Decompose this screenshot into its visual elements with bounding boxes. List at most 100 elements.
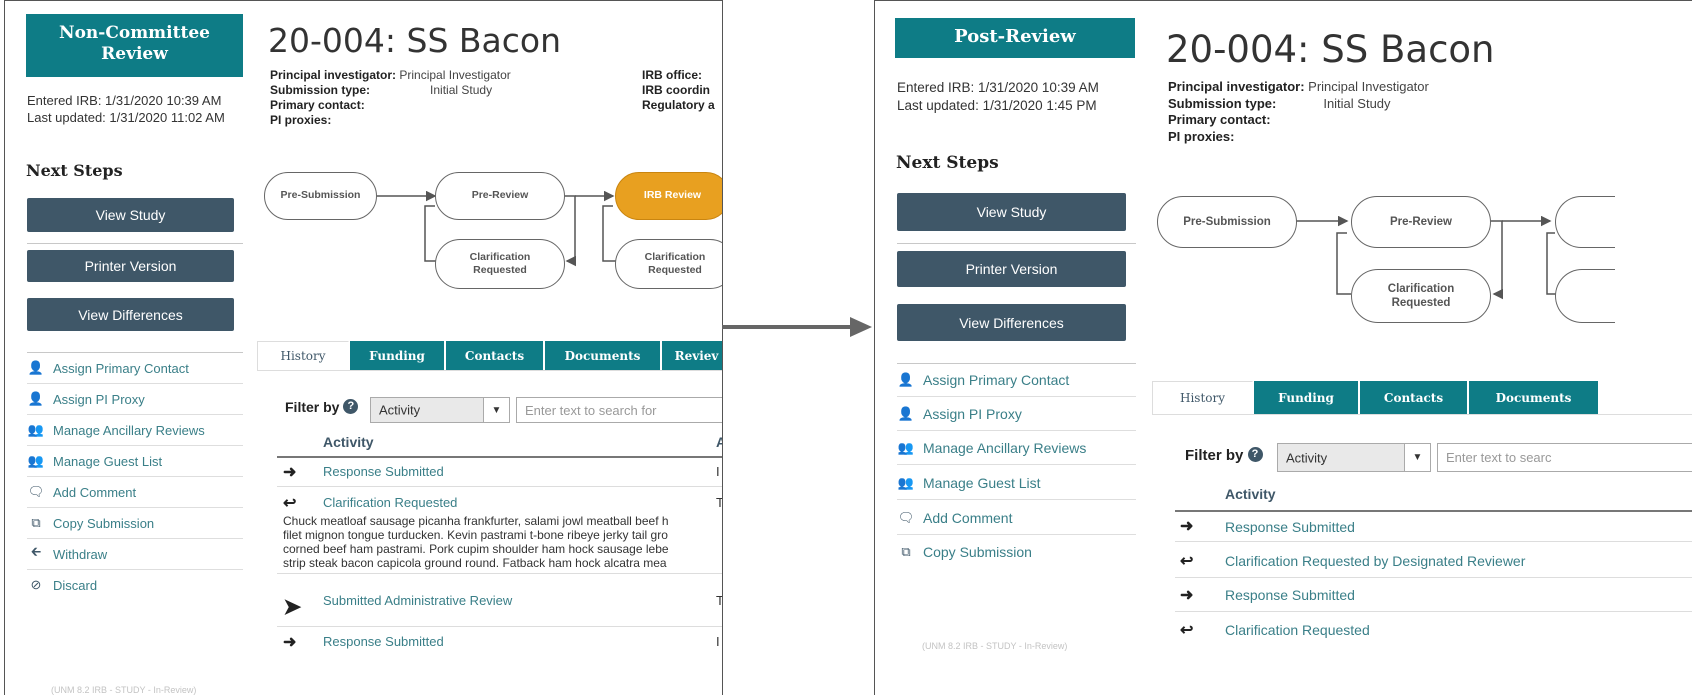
type-value: Initial Study: [1323, 95, 1391, 111]
copy-icon: ⧉: [901, 544, 911, 559]
chevron-down-icon: ▼: [1404, 444, 1430, 471]
history-row-link[interactable]: Response Submitted: [323, 464, 444, 479]
contact-label: Primary contact:: [1168, 112, 1271, 127]
irb-info: IRB office: IRB coordin Regulatory a: [642, 68, 715, 113]
arrow-right-icon: ➜: [283, 634, 297, 651]
history-row-link[interactable]: Clarification Requested: [1225, 622, 1370, 638]
manage-ancillary-reviews-link[interactable]: 👥 Manage Ancillary Reviews: [897, 438, 1087, 458]
users-icon: 👥: [27, 453, 45, 468]
comment-line: Chuck meatloaf sausage picanha frankfurt…: [283, 514, 669, 528]
action-label: Assign Primary Contact: [53, 360, 189, 376]
column-second[interactable]: A: [716, 434, 722, 450]
assign-pi-proxy-link[interactable]: 👤 Assign PI Proxy: [897, 404, 1022, 424]
manage-guest-list-link[interactable]: 👥 Manage Guest List: [897, 473, 1041, 493]
history-row-link[interactable]: Clarification Requested by Designated Re…: [1225, 553, 1525, 569]
transition-arrow: [722, 317, 872, 337]
contact-label: Primary contact:: [270, 98, 365, 112]
filter-select[interactable]: Activity ▼: [1277, 443, 1431, 472]
add-comment-link[interactable]: 🗨 Add Comment: [897, 508, 1013, 528]
step-pre-review: Pre-Review: [1351, 196, 1491, 248]
manage-guest-list-link[interactable]: 👥 Manage Guest List: [27, 452, 162, 470]
tab-reviews[interactable]: Reviev: [662, 341, 722, 370]
column-activity[interactable]: Activity: [1225, 486, 1276, 502]
history-row-link[interactable]: Submitted Administrative Review: [323, 593, 512, 608]
arrow-right-icon: ➜: [1180, 518, 1194, 535]
study-info: Principal investigator: Principal Invest…: [270, 68, 511, 128]
tab-contacts[interactable]: Contacts: [1360, 381, 1468, 414]
manage-ancillary-reviews-link[interactable]: 👥 Manage Ancillary Reviews: [27, 421, 205, 439]
tab-documents[interactable]: Documents: [1469, 381, 1599, 414]
tab-bar: History Funding Contacts Documents: [1152, 381, 1692, 415]
last-updated: Last updated: 1/31/2020 1:45 PM: [897, 98, 1097, 113]
action-label: Manage Guest List: [923, 475, 1041, 491]
type-label: Submission type:: [270, 83, 371, 97]
state-box: Post-Review: [895, 18, 1135, 58]
type-value: Initial Study: [430, 83, 493, 97]
filter-select[interactable]: Activity ▼: [370, 397, 510, 423]
comment-line: strip steak bacon capicola ground round.…: [283, 556, 667, 570]
tab-funding[interactable]: Funding: [350, 341, 445, 370]
view-differences-button[interactable]: View Differences: [27, 298, 234, 331]
assign-primary-contact-link[interactable]: 👤 Assign Primary Contact: [27, 359, 189, 377]
before-panel: Non-Committee Review Entered IRB: 1/31/2…: [4, 0, 723, 695]
printer-version-button[interactable]: Printer Version: [897, 251, 1126, 287]
copy-icon: ⧉: [31, 515, 41, 530]
copy-submission-link[interactable]: ⧉ Copy Submission: [27, 514, 154, 532]
tab-history[interactable]: History: [1152, 381, 1253, 414]
users-icon: 👥: [897, 475, 915, 490]
footer-note: (UNM 8.2 IRB - STUDY - In-Review): [51, 685, 197, 695]
step-clarification-requested-2: [1555, 269, 1615, 323]
reply-icon: ↩: [1180, 553, 1194, 570]
history-row-link[interactable]: Response Submitted: [1225, 519, 1355, 535]
withdraw-link[interactable]: 🡰 Withdraw: [27, 544, 107, 563]
view-differences-button[interactable]: View Differences: [897, 304, 1126, 341]
tab-bar: History Funding Contacts Documents Revie…: [257, 341, 722, 371]
action-label: Assign PI Proxy: [923, 406, 1022, 422]
search-input[interactable]: Enter text to search for: [516, 397, 722, 423]
filter-label: Filter by: [1185, 447, 1244, 464]
tab-contacts[interactable]: Contacts: [446, 341, 544, 370]
assign-primary-contact-link[interactable]: 👤 Assign Primary Contact: [897, 370, 1069, 390]
arrow-right-icon: ➤: [283, 594, 302, 619]
assign-pi-proxy-link[interactable]: 👤 Assign PI Proxy: [27, 390, 145, 408]
action-label: Manage Guest List: [53, 453, 163, 469]
add-comment-link[interactable]: 🗨 Add Comment: [27, 483, 136, 501]
row-tail: T: [716, 593, 722, 608]
study-info: Principal investigator: Principal Invest…: [1168, 79, 1429, 145]
step-irb-review: IRB Review: [615, 172, 722, 220]
history-row-link[interactable]: Response Submitted: [323, 634, 444, 649]
users-icon: 👥: [27, 422, 45, 437]
step-clarification-requested: Clarification Requested: [435, 239, 565, 289]
view-study-button[interactable]: View Study: [897, 193, 1126, 231]
tab-documents[interactable]: Documents: [545, 341, 661, 370]
state-label: Post-Review: [954, 26, 1076, 47]
pi-value: Principal Investigator: [399, 68, 511, 82]
tab-history[interactable]: History: [257, 341, 349, 370]
action-label: Manage Ancillary Reviews: [923, 440, 1087, 456]
next-steps-heading: Next Steps: [896, 153, 999, 173]
tab-funding[interactable]: Funding: [1254, 381, 1359, 414]
after-panel: Post-Review Entered IRB: 1/31/2020 10:39…: [874, 0, 1692, 695]
state-label: Non-Committee Review: [59, 23, 210, 65]
reg-label: Regulatory a: [642, 98, 715, 112]
action-label: Add Comment: [923, 510, 1013, 526]
user-plus-icon: 👤: [897, 372, 915, 387]
help-icon[interactable]: ?: [1247, 447, 1263, 462]
copy-submission-link[interactable]: ⧉ Copy Submission: [897, 542, 1032, 562]
view-study-button[interactable]: View Study: [27, 198, 234, 232]
printer-version-button[interactable]: Printer Version: [27, 250, 234, 282]
history-row-link[interactable]: Response Submitted: [1225, 587, 1355, 603]
arrow-left-icon: 🡰: [30, 544, 42, 559]
search-input[interactable]: Enter text to searc: [1437, 443, 1692, 472]
column-activity[interactable]: Activity: [323, 434, 374, 450]
next-steps-heading: Next Steps: [26, 161, 123, 180]
dates-info: Entered IRB: 1/31/2020 10:39 AM Last upd…: [27, 92, 225, 126]
filter-value: Activity: [1286, 450, 1328, 465]
user-plus-icon: 👤: [897, 406, 915, 421]
row-tail: I: [716, 634, 720, 649]
chevron-down-icon: ▼: [483, 398, 509, 422]
help-icon[interactable]: ?: [343, 399, 359, 414]
discard-link[interactable]: ⊘ Discard: [27, 576, 98, 594]
ban-icon: ⊘: [30, 577, 42, 592]
history-row-link[interactable]: Clarification Requested: [323, 495, 457, 510]
